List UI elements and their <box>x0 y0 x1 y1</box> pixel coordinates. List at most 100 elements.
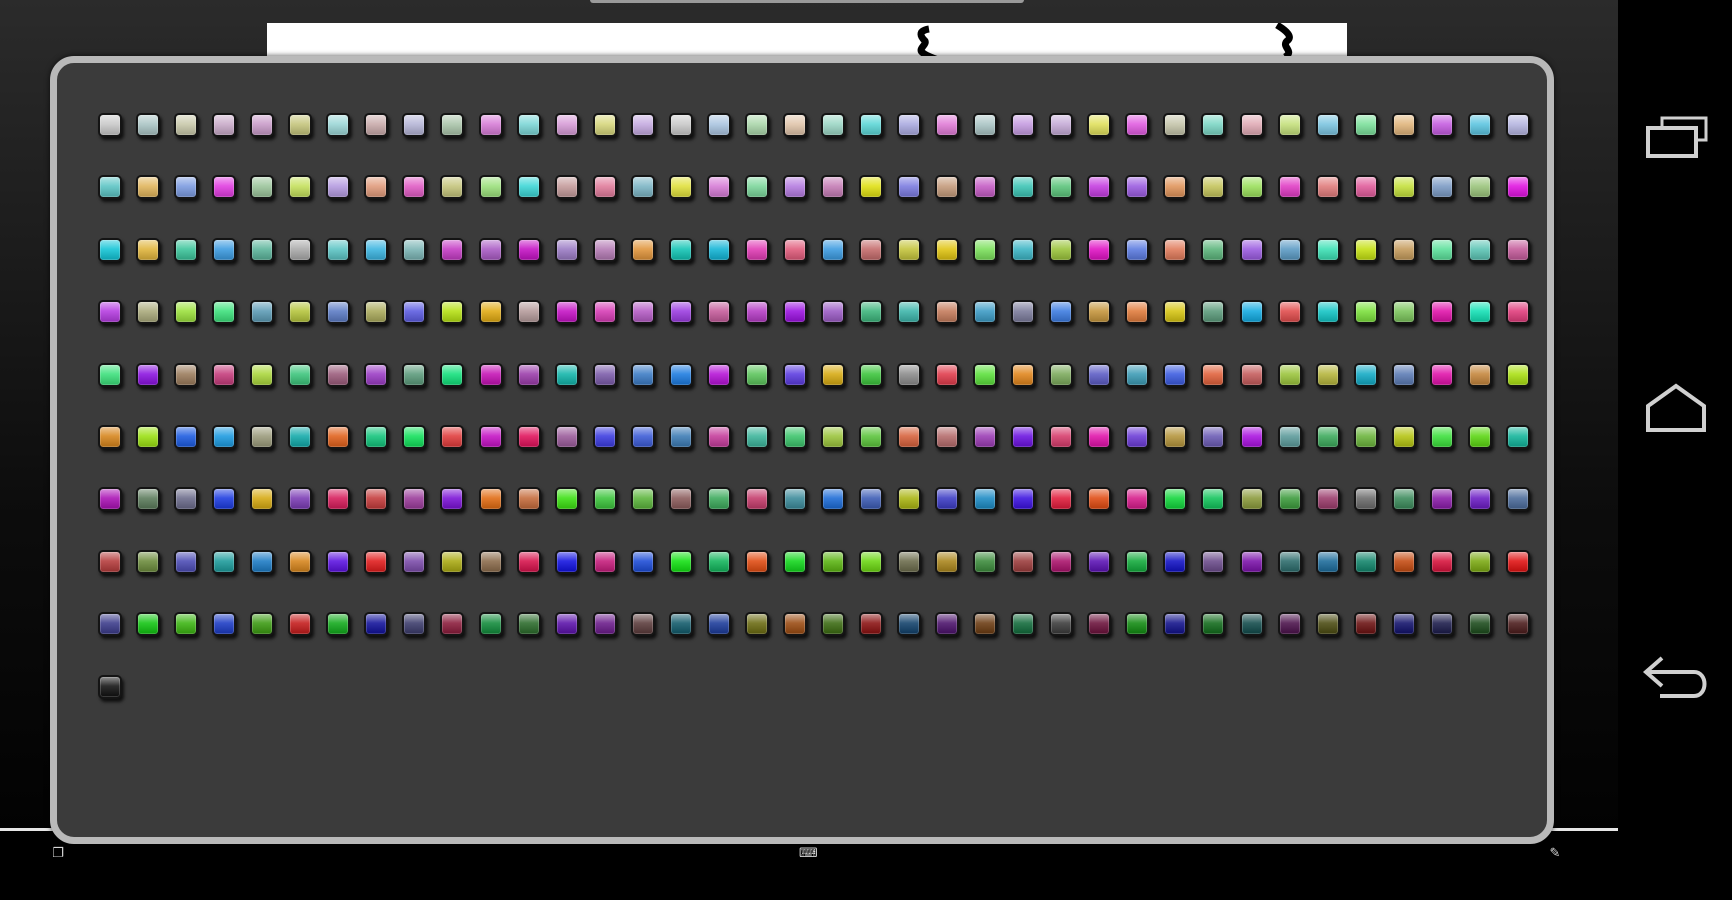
color-swatch[interactable] <box>1353 237 1378 262</box>
color-swatch[interactable] <box>1505 487 1530 512</box>
color-swatch[interactable] <box>668 425 693 449</box>
color-swatch[interactable] <box>1315 425 1340 449</box>
color-swatch[interactable] <box>1505 237 1530 262</box>
color-swatch[interactable] <box>897 362 921 387</box>
color-swatch[interactable] <box>1087 175 1112 200</box>
color-swatch[interactable] <box>402 362 427 387</box>
color-swatch[interactable] <box>364 237 389 262</box>
color-swatch[interactable] <box>98 237 122 262</box>
color-swatch[interactable] <box>364 612 389 637</box>
color-swatch[interactable] <box>1201 362 1226 387</box>
color-swatch[interactable] <box>973 487 998 512</box>
color-swatch[interactable] <box>859 425 883 449</box>
color-swatch[interactable] <box>212 425 237 449</box>
color-swatch[interactable] <box>478 487 503 512</box>
color-swatch[interactable] <box>478 425 503 449</box>
color-swatch[interactable] <box>1163 113 1188 137</box>
color-swatch[interactable] <box>782 612 807 637</box>
color-swatch[interactable] <box>1467 612 1492 637</box>
color-swatch[interactable] <box>174 175 199 200</box>
color-swatch[interactable] <box>630 237 655 262</box>
color-swatch[interactable] <box>1467 113 1492 137</box>
color-swatch[interactable] <box>1391 237 1416 262</box>
color-swatch[interactable] <box>1125 549 1150 574</box>
color-swatch[interactable] <box>820 113 845 137</box>
color-swatch[interactable] <box>935 549 960 574</box>
color-swatch[interactable] <box>250 175 275 200</box>
color-swatch[interactable] <box>1315 362 1340 387</box>
color-swatch[interactable] <box>1391 425 1416 449</box>
color-swatch[interactable] <box>668 487 693 512</box>
color-swatch[interactable] <box>440 175 465 200</box>
color-swatch[interactable] <box>1239 362 1264 387</box>
color-swatch[interactable] <box>1201 300 1226 325</box>
color-swatch[interactable] <box>326 487 351 512</box>
color-swatch[interactable] <box>592 549 617 574</box>
color-swatch[interactable] <box>516 487 541 512</box>
color-swatch[interactable] <box>136 425 160 449</box>
color-swatch[interactable] <box>1239 237 1264 262</box>
color-swatch[interactable] <box>402 175 427 200</box>
color-swatch[interactable] <box>859 175 883 200</box>
color-swatch[interactable] <box>212 612 237 637</box>
color-swatch[interactable] <box>820 300 845 325</box>
color-swatch[interactable] <box>1467 237 1492 262</box>
color-swatch[interactable] <box>782 300 807 325</box>
color-swatch[interactable] <box>288 549 313 574</box>
color-swatch[interactable] <box>935 362 960 387</box>
color-swatch[interactable] <box>1353 362 1378 387</box>
color-swatch[interactable] <box>478 237 503 262</box>
color-swatch[interactable] <box>859 237 883 262</box>
color-swatch[interactable] <box>897 612 921 637</box>
color-swatch[interactable] <box>1087 237 1112 262</box>
color-swatch[interactable] <box>1201 549 1226 574</box>
color-swatch[interactable] <box>592 362 617 387</box>
color-swatch[interactable] <box>1505 425 1530 449</box>
color-swatch[interactable] <box>1429 300 1454 325</box>
color-swatch[interactable] <box>820 549 845 574</box>
color-swatch[interactable] <box>1049 612 1074 637</box>
color-swatch[interactable] <box>1277 487 1302 512</box>
color-swatch[interactable] <box>136 237 160 262</box>
color-swatch[interactable] <box>935 237 960 262</box>
color-swatch[interactable] <box>1391 175 1416 200</box>
color-swatch[interactable] <box>630 175 655 200</box>
color-swatch[interactable] <box>744 300 769 325</box>
color-swatch[interactable] <box>820 362 845 387</box>
color-swatch[interactable] <box>1087 362 1112 387</box>
color-swatch[interactable] <box>364 549 389 574</box>
color-swatch[interactable] <box>1505 549 1530 574</box>
color-swatch[interactable] <box>212 487 237 512</box>
color-swatch[interactable] <box>1049 237 1074 262</box>
color-swatch[interactable] <box>1505 113 1530 137</box>
color-swatch[interactable] <box>250 300 275 325</box>
color-swatch[interactable] <box>744 113 769 137</box>
color-swatch[interactable] <box>1163 175 1188 200</box>
color-swatch[interactable] <box>554 237 579 262</box>
color-swatch[interactable] <box>668 113 693 137</box>
color-swatch[interactable] <box>174 300 199 325</box>
color-swatch[interactable] <box>136 362 160 387</box>
color-swatch[interactable] <box>516 425 541 449</box>
color-swatch[interactable] <box>554 425 579 449</box>
color-swatch[interactable] <box>288 612 313 637</box>
color-swatch[interactable] <box>1315 487 1340 512</box>
color-swatch[interactable] <box>1315 113 1340 137</box>
color-swatch[interactable] <box>1201 612 1226 637</box>
color-swatch[interactable] <box>250 487 275 512</box>
color-swatch[interactable] <box>1011 549 1036 574</box>
color-swatch[interactable] <box>1277 175 1302 200</box>
color-swatch[interactable] <box>1087 300 1112 325</box>
color-swatch[interactable] <box>1391 113 1416 137</box>
color-swatch[interactable] <box>478 549 503 574</box>
color-swatch[interactable] <box>1011 425 1036 449</box>
color-swatch[interactable] <box>1429 362 1454 387</box>
color-swatch[interactable] <box>1277 612 1302 637</box>
color-swatch[interactable] <box>668 549 693 574</box>
color-swatch[interactable] <box>174 612 199 637</box>
color-swatch[interactable] <box>440 549 465 574</box>
color-swatch[interactable] <box>1163 612 1188 637</box>
color-swatch[interactable] <box>364 425 389 449</box>
color-swatch[interactable] <box>1125 612 1150 637</box>
color-swatch[interactable] <box>1011 237 1036 262</box>
